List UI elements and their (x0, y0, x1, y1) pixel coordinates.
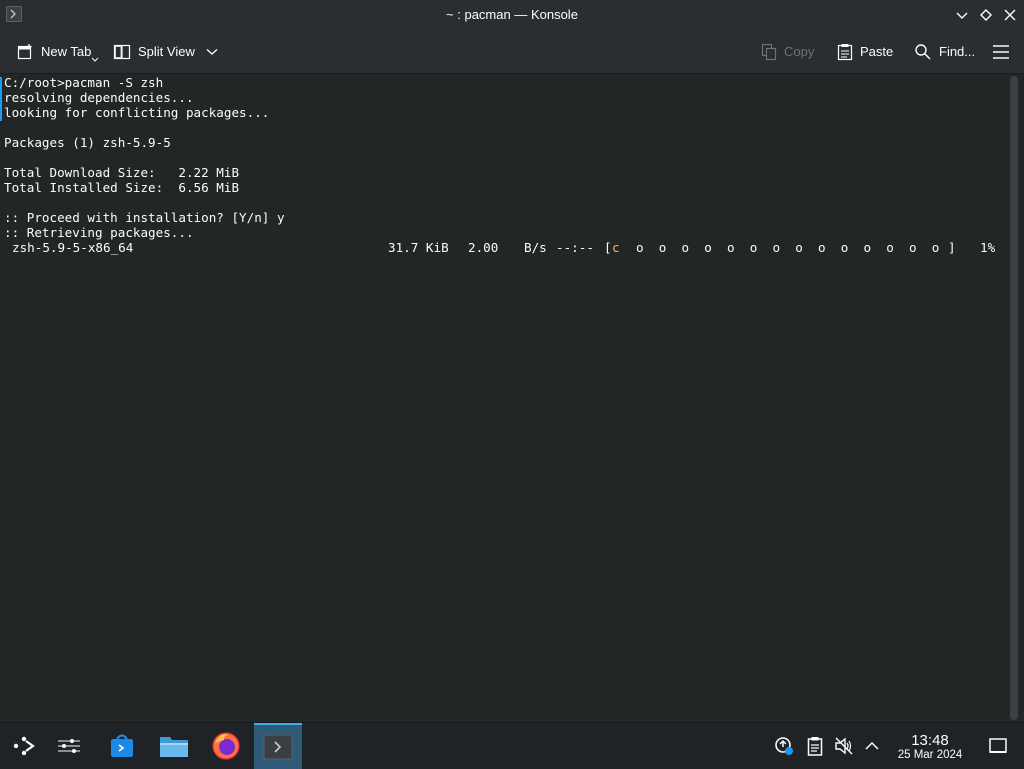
download-package: zsh-5.9-5-x86_64 (12, 240, 134, 255)
new-tab-button[interactable]: New Tab (16, 30, 91, 73)
copy-icon (761, 43, 777, 60)
konsole-icon (263, 734, 293, 760)
volume-muted-icon[interactable] (834, 736, 854, 756)
paste-button[interactable]: Paste (837, 30, 893, 73)
new-tab-label: New Tab (41, 44, 92, 59)
network-icon[interactable] (774, 736, 794, 756)
selection-marker (0, 77, 2, 121)
pager-icon (58, 739, 80, 753)
split-view-button[interactable]: Split View (113, 30, 195, 73)
search-icon (915, 43, 931, 60)
new-tab-dropdown-icon[interactable] (91, 57, 99, 63)
progress-bar-close: ] (948, 240, 956, 255)
progress-dots: o o o o o o o o o o o o o o (636, 240, 940, 255)
find-label: Find... (939, 44, 976, 59)
app-launcher-icon (13, 736, 35, 756)
find-button[interactable]: Find... (914, 30, 975, 73)
split-view-icon (113, 44, 131, 59)
close-icon[interactable] (1002, 7, 1018, 23)
copy-button[interactable]: Copy (761, 30, 814, 73)
clock-date[interactable]: 25 Mar 2024 (888, 749, 972, 761)
paste-icon (837, 43, 853, 60)
show-hidden-icon[interactable] (862, 736, 882, 756)
toolbar: New Tab Split View Copy Paste Find... (0, 30, 1024, 74)
terminal-output: C:/root>pacman -S zsh resolving dependen… (4, 75, 285, 240)
new-tab-icon (17, 43, 32, 59)
split-view-dropdown-icon[interactable] (206, 48, 218, 56)
download-size: 31.7 KiB (388, 240, 449, 255)
progress-bar-open: [ (604, 240, 612, 255)
terminal-view[interactable]: C:/root>pacman -S zsh resolving dependen… (0, 74, 1008, 722)
firefox-button[interactable] (202, 725, 250, 767)
split-view-label: Split View (138, 44, 195, 59)
clock-time[interactable]: 13:48 (892, 732, 968, 749)
minimize-icon[interactable] (954, 7, 970, 23)
dolphin-button[interactable] (150, 725, 198, 767)
download-rate: 2.00 (468, 240, 499, 255)
show-desktop-icon[interactable] (988, 736, 1008, 756)
clipboard-icon[interactable] (805, 736, 825, 756)
download-rate-unit: B/s (524, 240, 547, 255)
taskbar: 13:48 25 Mar 2024 (0, 722, 1024, 769)
download-eta: --:-- (556, 240, 594, 255)
konsole-task-button[interactable] (254, 723, 302, 769)
discover-icon (111, 734, 133, 757)
terminal-scrollbar[interactable] (1010, 76, 1018, 720)
pacman-glyph: c (612, 240, 620, 255)
firefox-icon (212, 732, 240, 760)
app-launcher-button[interactable] (0, 725, 48, 767)
window-title: ~ : pacman — Konsole (446, 7, 578, 22)
discover-button[interactable] (98, 725, 146, 767)
hamburger-menu-icon[interactable] (992, 44, 1010, 60)
maximize-icon[interactable] (978, 7, 994, 23)
dolphin-icon (160, 737, 188, 757)
download-progress-row: zsh-5.9-5-x86_64 31.7 KiB 2.00 B/s --:--… (0, 240, 1008, 255)
download-percent: 1% (980, 240, 996, 255)
pager-button[interactable] (45, 725, 93, 767)
title-bar: ~ : pacman — Konsole (0, 0, 1024, 30)
paste-label: Paste (860, 44, 894, 59)
copy-label: Copy (784, 44, 815, 59)
